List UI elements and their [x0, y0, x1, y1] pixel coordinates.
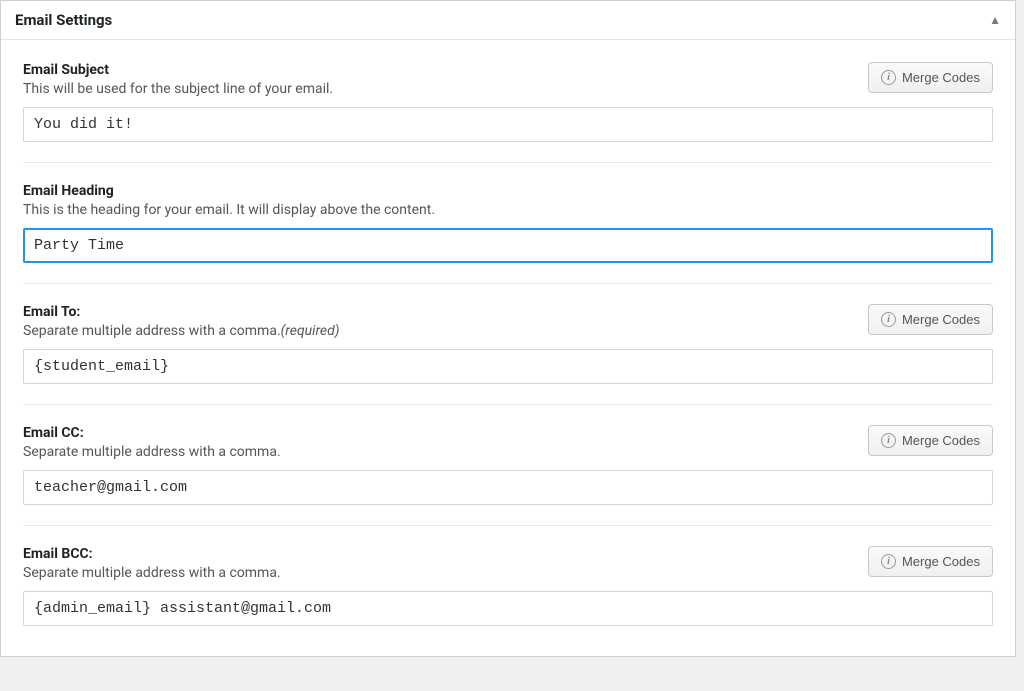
field-desc-bcc: Separate multiple address with a comma. — [23, 565, 281, 581]
field-label-to: Email To: — [23, 304, 340, 320]
field-desc-to: Separate multiple address with a comma.(… — [23, 323, 340, 339]
merge-codes-label: Merge Codes — [902, 312, 980, 327]
field-text: Email To: Separate multiple address with… — [23, 304, 340, 339]
merge-codes-icon: i — [881, 70, 896, 85]
field-desc-subject: This will be used for the subject line o… — [23, 81, 333, 97]
email-bcc-input[interactable] — [23, 591, 993, 626]
field-text: Email Heading This is the heading for yo… — [23, 183, 435, 218]
collapse-icon: ▲ — [989, 13, 1001, 27]
panel-title: Email Settings — [15, 11, 112, 29]
email-heading-input[interactable] — [23, 228, 993, 263]
merge-codes-label: Merge Codes — [902, 433, 980, 448]
email-cc-input[interactable] — [23, 470, 993, 505]
field-desc-to-prefix: Separate multiple address with a comma. — [23, 323, 281, 339]
merge-codes-icon: i — [881, 312, 896, 327]
merge-codes-icon: i — [881, 433, 896, 448]
field-label-bcc: Email BCC: — [23, 546, 281, 562]
field-header: Email BCC: Separate multiple address wit… — [23, 546, 993, 581]
field-email-subject: Email Subject This will be used for the … — [23, 62, 993, 163]
merge-codes-button[interactable]: i Merge Codes — [868, 62, 993, 93]
merge-codes-label: Merge Codes — [902, 70, 980, 85]
field-header: Email Heading This is the heading for yo… — [23, 183, 993, 218]
email-subject-input[interactable] — [23, 107, 993, 142]
field-text: Email Subject This will be used for the … — [23, 62, 333, 97]
panel-header[interactable]: Email Settings ▲ — [1, 1, 1015, 40]
field-desc-cc: Separate multiple address with a comma. — [23, 444, 281, 460]
merge-codes-button[interactable]: i Merge Codes — [868, 546, 993, 577]
merge-codes-button[interactable]: i Merge Codes — [868, 304, 993, 335]
field-email-heading: Email Heading This is the heading for yo… — [23, 183, 993, 284]
field-header: Email Subject This will be used for the … — [23, 62, 993, 97]
panel-body: Email Subject This will be used for the … — [1, 40, 1015, 656]
field-label-cc: Email CC: — [23, 425, 281, 441]
email-settings-panel: Email Settings ▲ Email Subject This will… — [0, 0, 1016, 657]
merge-codes-icon: i — [881, 554, 896, 569]
field-email-bcc: Email BCC: Separate multiple address wit… — [23, 546, 993, 646]
field-header: Email To: Separate multiple address with… — [23, 304, 993, 339]
field-desc-to-required: (required) — [281, 323, 340, 339]
field-desc-heading: This is the heading for your email. It w… — [23, 202, 435, 218]
merge-codes-label: Merge Codes — [902, 554, 980, 569]
field-text: Email CC: Separate multiple address with… — [23, 425, 281, 460]
field-label-subject: Email Subject — [23, 62, 333, 78]
field-text: Email BCC: Separate multiple address wit… — [23, 546, 281, 581]
field-email-to: Email To: Separate multiple address with… — [23, 304, 993, 405]
email-to-input[interactable] — [23, 349, 993, 384]
merge-codes-button[interactable]: i Merge Codes — [868, 425, 993, 456]
field-email-cc: Email CC: Separate multiple address with… — [23, 425, 993, 526]
field-label-heading: Email Heading — [23, 183, 435, 199]
field-header: Email CC: Separate multiple address with… — [23, 425, 993, 460]
